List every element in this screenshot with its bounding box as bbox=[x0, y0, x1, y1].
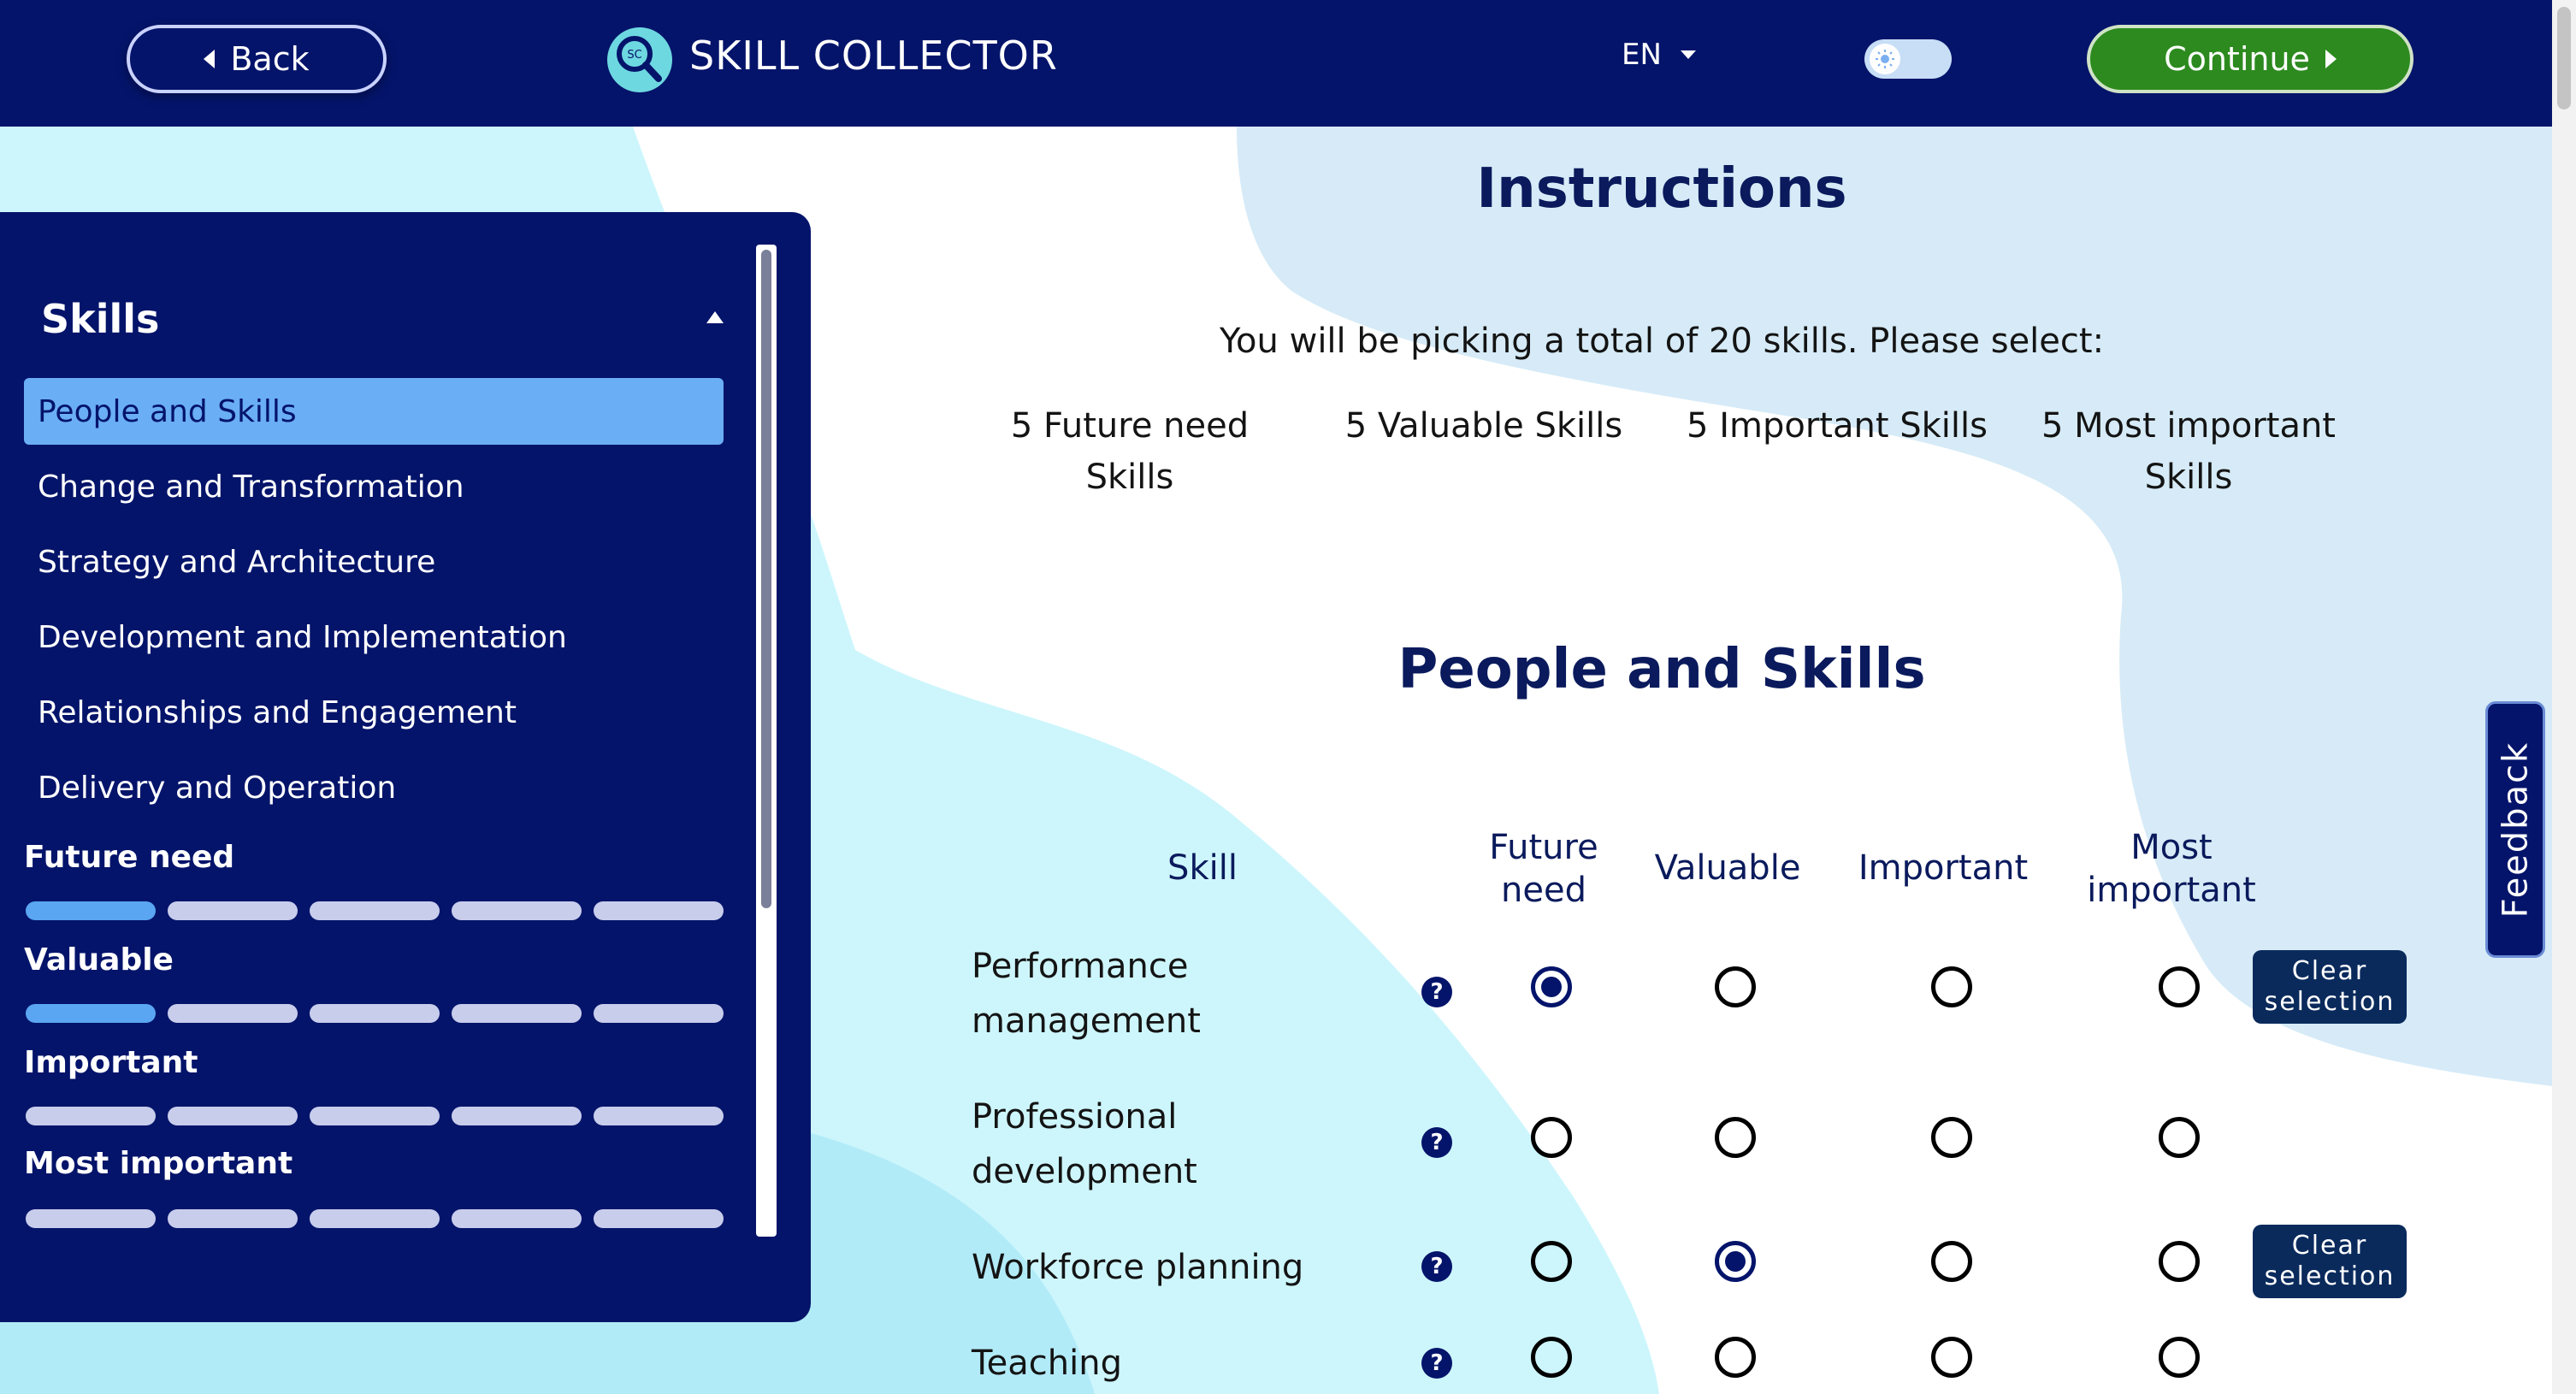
caret-right-icon bbox=[2325, 50, 2337, 68]
radio-valuable[interactable] bbox=[1715, 1337, 1756, 1378]
feedback-label: Feedback bbox=[2496, 741, 2535, 919]
instruction-option-future-need: 5 Future need Skills bbox=[1010, 406, 1250, 497]
progress-label-future-need: Future need bbox=[24, 840, 235, 875]
progress-bars-most-important bbox=[26, 1209, 724, 1228]
continue-button[interactable]: Continue bbox=[2087, 25, 2414, 93]
progress-bars-future-need bbox=[26, 901, 724, 920]
sidebar-item-development-and-implementation[interactable]: Development and Implementation bbox=[24, 604, 724, 670]
progress-segment bbox=[594, 1209, 724, 1228]
progress-label-important: Important bbox=[24, 1045, 198, 1080]
sidebar-item-relationships-and-engagement[interactable]: Relationships and Engagement bbox=[24, 679, 724, 746]
radio-important[interactable] bbox=[1931, 966, 1972, 1007]
continue-label: Continue bbox=[2164, 40, 2310, 78]
caret-left-icon bbox=[204, 50, 216, 68]
progress-segment bbox=[168, 901, 298, 920]
progress-segment bbox=[26, 1209, 156, 1228]
back-button[interactable]: Back bbox=[127, 25, 387, 93]
radio-most-important[interactable] bbox=[2159, 966, 2200, 1007]
progress-segment bbox=[310, 1209, 440, 1228]
instruction-option-valuable: 5 Valuable Skills bbox=[1344, 406, 1623, 446]
column-header-important: Important bbox=[1858, 848, 2029, 888]
skill-name-workforce-planning: Workforce planning bbox=[972, 1248, 1304, 1287]
instructions-text: You will be picking a total of 20 skills… bbox=[1219, 322, 2105, 361]
progress-segment bbox=[26, 1004, 156, 1023]
progress-segment bbox=[310, 1107, 440, 1125]
progress-segment bbox=[26, 1107, 156, 1125]
column-header-future-need: Future need bbox=[1489, 828, 1598, 910]
skill-name-professional-development: Professional development bbox=[972, 1097, 1197, 1191]
clear-selection-button[interactable]: Clear selection bbox=[2253, 950, 2407, 1024]
radio-important[interactable] bbox=[1931, 1337, 1972, 1378]
section-title: People and Skills bbox=[1397, 638, 1926, 701]
progress-segment bbox=[168, 1209, 298, 1228]
sidebar-item-strategy-and-architecture[interactable]: Strategy and Architecture bbox=[24, 529, 724, 595]
progress-label-most-important: Most important bbox=[24, 1146, 293, 1181]
top-bar: Back SC SKILL COLLECTOR EN Continue bbox=[0, 0, 2552, 127]
progress-segment bbox=[26, 901, 156, 920]
progress-segment bbox=[452, 1209, 582, 1228]
progress-segment bbox=[310, 901, 440, 920]
language-value: EN bbox=[1622, 38, 1662, 72]
radio-most-important[interactable] bbox=[2159, 1241, 2200, 1282]
radio-valuable[interactable] bbox=[1715, 1117, 1756, 1158]
help-icon[interactable]: ? bbox=[1421, 1127, 1452, 1158]
radio-most-important[interactable] bbox=[2159, 1117, 2200, 1158]
sidebar-scrollbar-thumb[interactable] bbox=[761, 250, 771, 908]
progress-segment bbox=[452, 1004, 582, 1023]
skill-name-performance-management: Performance management bbox=[972, 947, 1201, 1041]
radio-important[interactable] bbox=[1931, 1241, 1972, 1282]
chevron-down-icon bbox=[1680, 50, 1696, 59]
progress-segment bbox=[594, 1107, 724, 1125]
clear-selection-button[interactable]: Clear selection bbox=[2253, 1225, 2407, 1298]
radio-most-important[interactable] bbox=[2159, 1337, 2200, 1378]
sidebar-item-people-and-skills[interactable]: People and Skills bbox=[24, 378, 724, 445]
page-scrollbar-thumb[interactable] bbox=[2557, 7, 2571, 109]
language-selector[interactable]: EN bbox=[1622, 38, 1696, 72]
radio-important[interactable] bbox=[1931, 1117, 1972, 1158]
radio-future-need[interactable] bbox=[1531, 1337, 1572, 1378]
sidebar-item-delivery-and-operation[interactable]: Delivery and Operation bbox=[24, 754, 724, 821]
logo-text: SC bbox=[627, 49, 641, 62]
instruction-option-important: 5 Important Skills bbox=[1687, 406, 1988, 446]
progress-segment bbox=[594, 1004, 724, 1023]
column-header-valuable: Valuable bbox=[1654, 848, 1801, 888]
progress-label-valuable: Valuable bbox=[24, 942, 174, 978]
column-header-skill: Skill bbox=[1167, 848, 1238, 888]
help-icon[interactable]: ? bbox=[1421, 977, 1452, 1007]
help-icon[interactable]: ? bbox=[1421, 1251, 1452, 1282]
instructions-title: Instructions bbox=[1476, 157, 1847, 221]
progress-segment bbox=[452, 1107, 582, 1125]
radio-valuable[interactable] bbox=[1715, 966, 1756, 1007]
app-title: SKILL COLLECTOR bbox=[689, 32, 1058, 79]
collapse-arrow-icon[interactable] bbox=[706, 311, 724, 323]
skill-name-teaching: Teaching bbox=[972, 1344, 1122, 1383]
skill-collector-logo-icon: SC bbox=[607, 27, 672, 92]
radio-future-need[interactable] bbox=[1531, 1117, 1572, 1158]
progress-bars-valuable bbox=[26, 1004, 724, 1023]
sidebar-scrollbar[interactable] bbox=[756, 245, 777, 1237]
page-scrollbar[interactable] bbox=[2552, 0, 2576, 1394]
progress-segment bbox=[310, 1004, 440, 1023]
sidebar-title: Skills bbox=[41, 296, 160, 342]
progress-bars-important bbox=[26, 1107, 724, 1125]
column-header-most-important: Most important bbox=[2087, 828, 2256, 910]
radio-valuable[interactable] bbox=[1715, 1241, 1756, 1282]
back-label: Back bbox=[230, 40, 310, 78]
radio-future-need[interactable] bbox=[1531, 966, 1572, 1007]
sun-icon bbox=[1870, 44, 1900, 74]
progress-segment bbox=[452, 901, 582, 920]
progress-segment bbox=[594, 901, 724, 920]
skills-sidebar: Skills People and Skills Change and Tran… bbox=[0, 212, 811, 1322]
instruction-option-most-important: 5 Most important Skills bbox=[2041, 406, 2336, 497]
theme-toggle[interactable] bbox=[1864, 39, 1952, 79]
feedback-tab[interactable]: Feedback bbox=[2485, 701, 2545, 958]
sidebar-item-change-and-transformation[interactable]: Change and Transformation bbox=[24, 453, 724, 520]
radio-future-need[interactable] bbox=[1531, 1241, 1572, 1282]
progress-segment bbox=[168, 1004, 298, 1023]
help-icon[interactable]: ? bbox=[1421, 1348, 1452, 1379]
progress-segment bbox=[168, 1107, 298, 1125]
